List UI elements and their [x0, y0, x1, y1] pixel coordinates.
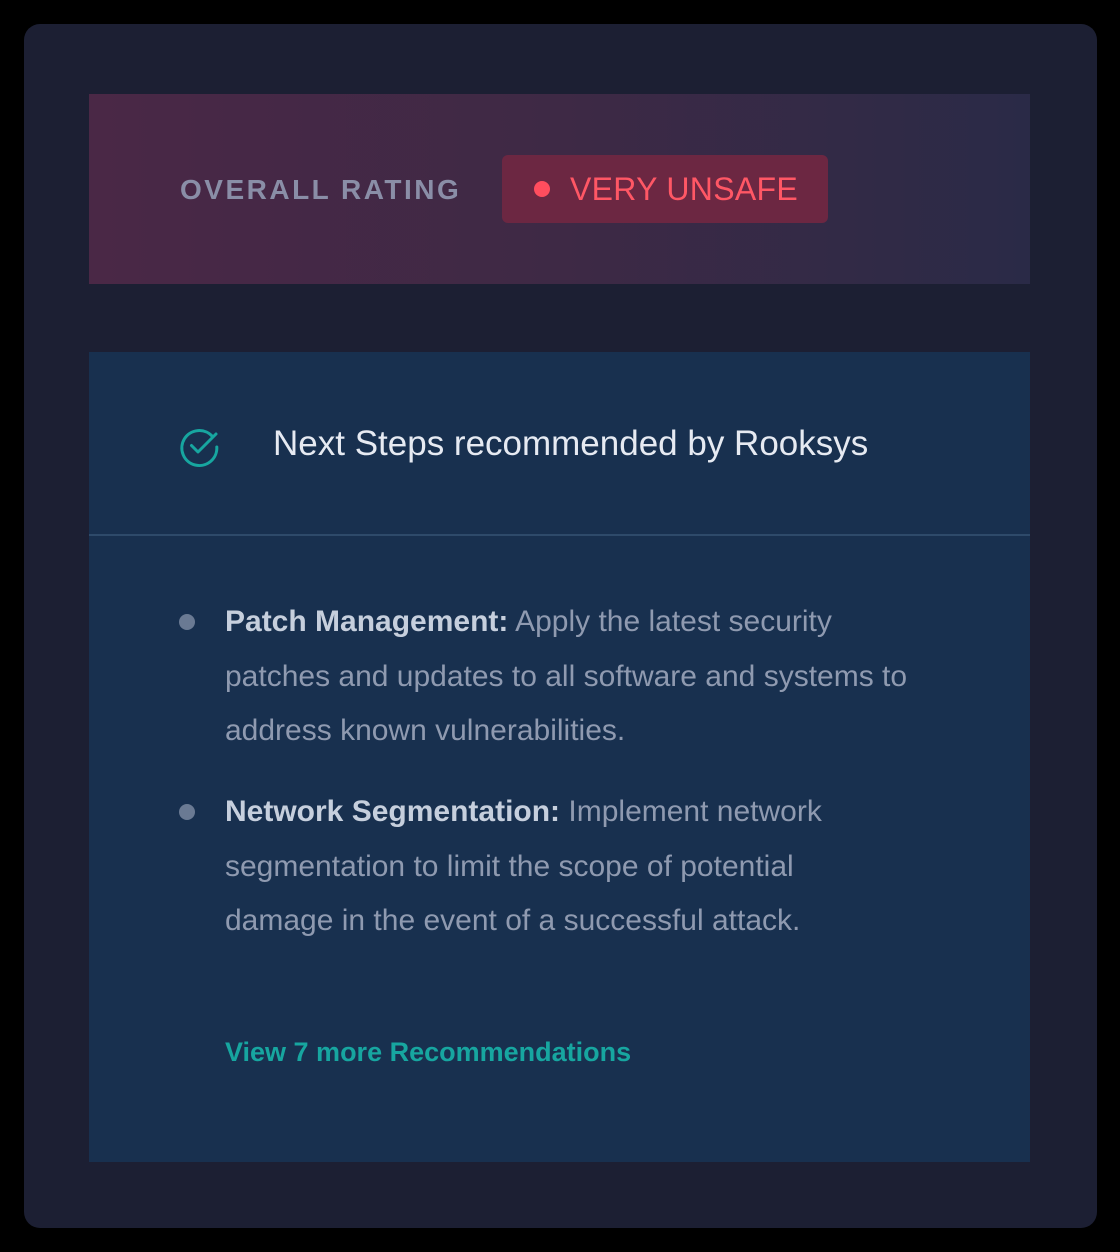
- next-steps-title: Next Steps recommended by Rooksys: [273, 424, 869, 463]
- recommendation-title: Patch Management:: [225, 605, 509, 638]
- next-steps-card: Next Steps recommended by Rooksys Patch …: [89, 352, 1030, 1162]
- bullet-icon: [179, 804, 195, 820]
- recommendation-item: Patch Management: Apply the latest secur…: [179, 595, 915, 759]
- view-more-recommendations-link[interactable]: View 7 more Recommendations: [225, 1037, 631, 1068]
- overall-rating-label: OVERALL RATING: [180, 174, 462, 205]
- check-circle-icon: [180, 429, 219, 467]
- rating-status-badge: VERY UNSAFE: [502, 155, 828, 223]
- app-frame: OVERALL RATING VERY UNSAFE Next Steps re…: [24, 24, 1097, 1228]
- rating-status-text: VERY UNSAFE: [570, 170, 798, 207]
- dot-icon: [534, 181, 550, 197]
- recommendation-title: Network Segmentation:: [225, 795, 561, 828]
- overall-rating-card: OVERALL RATING VERY UNSAFE: [89, 94, 1030, 284]
- bullet-icon: [179, 614, 195, 630]
- next-steps-header: Next Steps recommended by Rooksys: [89, 352, 1030, 536]
- recommendation-item: Network Segmentation: Implement network …: [179, 785, 835, 949]
